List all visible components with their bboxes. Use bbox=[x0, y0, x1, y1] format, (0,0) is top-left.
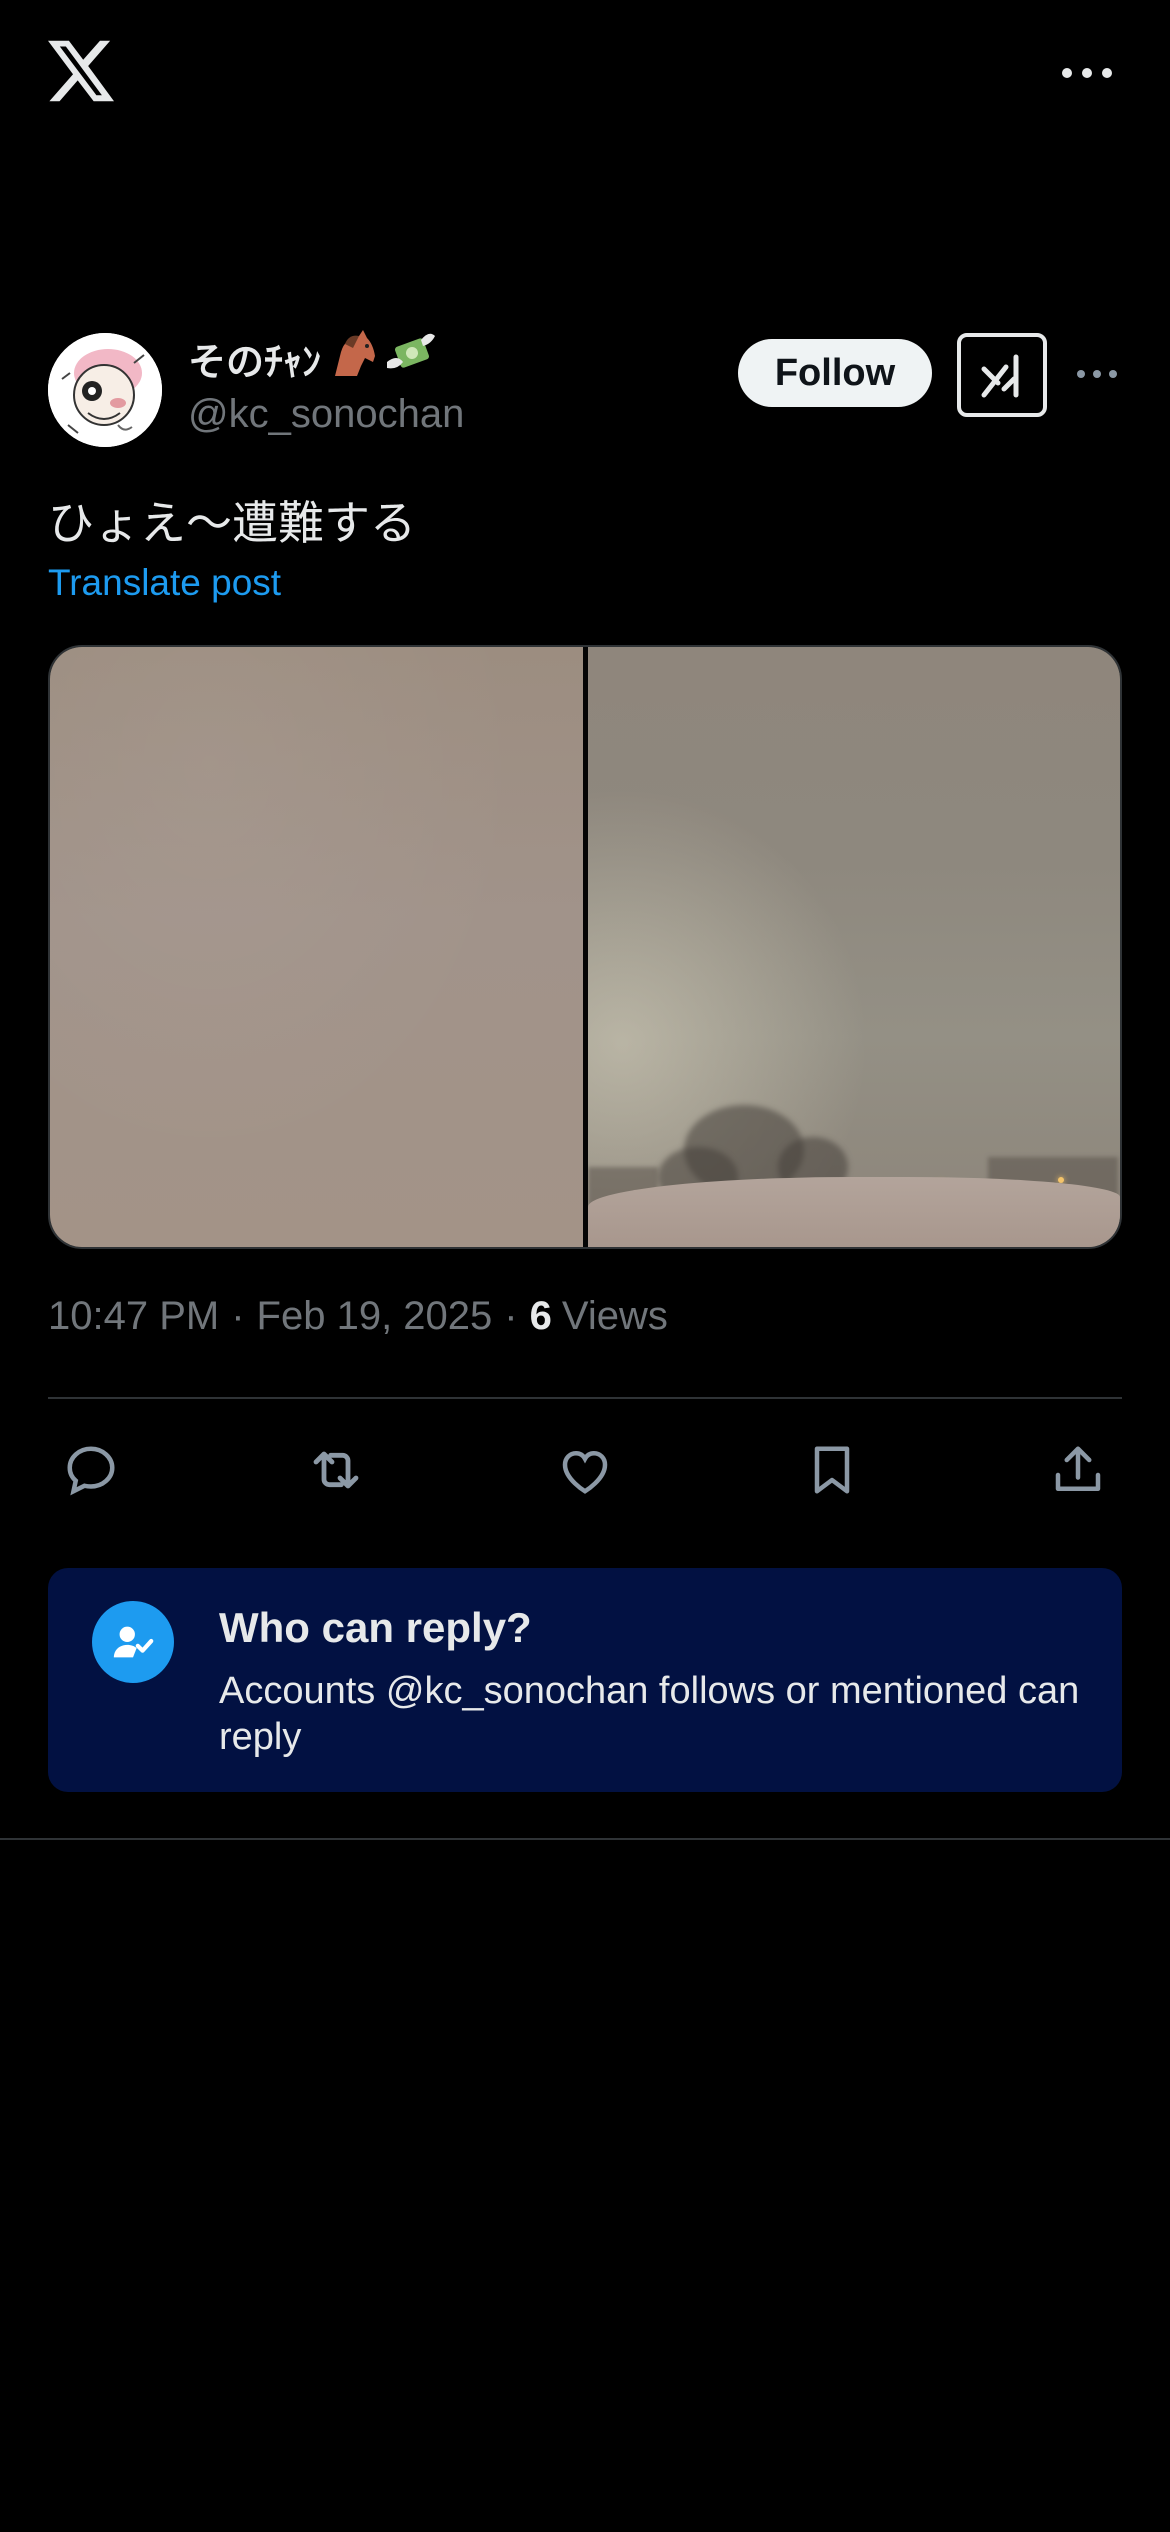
post-date[interactable]: Feb 19, 2025 bbox=[257, 1294, 493, 1339]
reply-icon[interactable] bbox=[59, 1438, 123, 1502]
who-can-reply-title: Who can reply? bbox=[219, 1604, 532, 1651]
grok-icon[interactable] bbox=[957, 333, 1047, 417]
post-meta: 10:47 PM · Feb 19, 2025 · 6 Views bbox=[48, 1294, 668, 1339]
media-image-1[interactable] bbox=[50, 647, 583, 1247]
section-divider bbox=[0, 1838, 1170, 1840]
money-with-wings-emoji-icon bbox=[385, 328, 437, 389]
horse-emoji-icon bbox=[327, 328, 379, 389]
person-check-icon bbox=[92, 1601, 174, 1683]
post-time[interactable]: 10:47 PM bbox=[48, 1294, 219, 1339]
repost-icon[interactable] bbox=[304, 1438, 368, 1502]
like-icon[interactable] bbox=[553, 1438, 617, 1502]
post-media[interactable] bbox=[48, 645, 1122, 1249]
meta-separator: · bbox=[231, 1294, 245, 1338]
author-handle[interactable]: @kc_sonochan bbox=[188, 392, 464, 437]
meta-separator: · bbox=[504, 1294, 518, 1338]
share-icon[interactable] bbox=[1046, 1438, 1110, 1502]
media-image-2[interactable] bbox=[588, 647, 1120, 1247]
x-logo-icon[interactable] bbox=[48, 40, 114, 102]
display-name-text: そのﾁｬﾝ bbox=[188, 339, 322, 384]
more-horizontal-icon[interactable] bbox=[1062, 66, 1112, 80]
post-text: ひょえ〜遭難する bbox=[48, 496, 416, 550]
author-display-name[interactable]: そのﾁｬﾝ bbox=[188, 329, 437, 384]
divider bbox=[48, 1397, 1122, 1399]
translate-post-link[interactable]: Translate post bbox=[48, 562, 281, 604]
bookmark-icon[interactable] bbox=[800, 1438, 864, 1502]
views-count: 6 bbox=[529, 1294, 552, 1338]
avatar[interactable] bbox=[48, 333, 162, 447]
follow-button[interactable]: Follow bbox=[738, 339, 932, 407]
post-more-icon[interactable] bbox=[1077, 369, 1117, 379]
who-can-reply-description: Accounts @kc_sonochan follows or mention… bbox=[219, 1670, 1080, 1758]
views-label: Views bbox=[561, 1294, 668, 1338]
